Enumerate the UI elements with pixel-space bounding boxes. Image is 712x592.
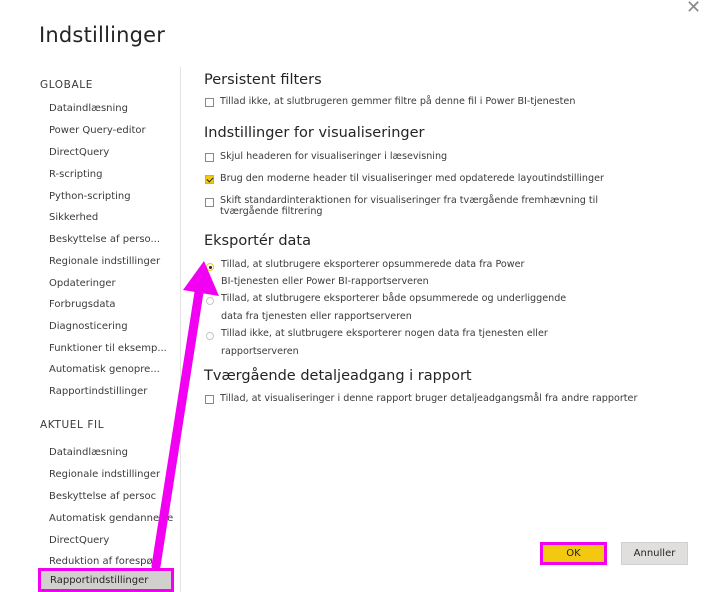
section-title-persistent-filters: Persistent filters: [204, 72, 322, 88]
sidebar-item-power-query-editor[interactable]: Power Query-editor: [49, 125, 177, 136]
export-underlying-line2: data fra tjenesten eller rapportserveren: [221, 311, 412, 322]
modern-header-label: Brug den moderne header til visualiserin…: [220, 173, 604, 184]
checkbox-hide-header[interactable]: [205, 153, 214, 162]
export-underlying-line1: Tillad, at slutbrugere eksporterer både …: [221, 293, 567, 304]
sidebar-item-auto-recovery[interactable]: Automatisk genopre...: [49, 364, 177, 375]
sidebar-item-file-regional-settings[interactable]: Regionale indstillinger: [49, 469, 177, 480]
sidebar-item-report-settings-selected[interactable]: Rapportindstillinger: [38, 568, 174, 592]
settings-dialog: ✕ Indstillinger GLOBALE Dataindlæsning P…: [0, 0, 712, 592]
export-summarized-line1: Tillad, at slutbrugere eksporterer opsum…: [221, 259, 525, 270]
cross-filter-label-line2: tværgående filtrering: [220, 206, 323, 217]
cancel-button[interactable]: Annuller: [621, 542, 688, 565]
checkbox-cross-filter[interactable]: [205, 198, 214, 207]
close-icon[interactable]: ✕: [686, 0, 701, 19]
persistent-filters-label: Tillad ikke, at slutbrugeren gemmer filt…: [220, 96, 576, 107]
radio-export-summarized[interactable]: [206, 263, 214, 271]
sidebar-item-report-settings-global[interactable]: Rapportindstillinger: [49, 386, 177, 397]
section-title-export-data: Eksportér data: [204, 233, 311, 249]
sidebar-item-file-directquery[interactable]: DirectQuery: [49, 535, 177, 546]
sidebar-item-preview-features[interactable]: Funktioner til eksemp...: [49, 343, 177, 354]
sidebar-item-file-auto-recovery[interactable]: Automatisk gendannelse: [49, 513, 177, 524]
hide-header-label: Skjul headeren for visualiseringer i læs…: [220, 151, 448, 162]
sidebar-item-updates[interactable]: Opdateringer: [49, 278, 177, 289]
checkbox-modern-header[interactable]: [205, 175, 214, 184]
export-none-line2: rapportserveren: [221, 346, 299, 357]
radio-export-summarized-underlying[interactable]: [206, 297, 214, 305]
sidebar-header-global: GLOBALE: [40, 79, 93, 91]
sidebar-item-file-privacy[interactable]: Beskyttelse af persoc: [49, 491, 177, 502]
dialog-title: Indstillinger: [39, 23, 166, 47]
radio-export-none[interactable]: [206, 332, 214, 340]
sidebar-item-r-scripting[interactable]: R-scripting: [49, 169, 177, 180]
sidebar-item-privacy[interactable]: Beskyttelse af perso...: [49, 234, 177, 245]
export-none-line1: Tillad ikke, at slutbrugere eksporterer …: [221, 328, 548, 339]
checkbox-persistent-filters[interactable]: [205, 98, 214, 107]
sidebar-item-usage-data[interactable]: Forbrugsdata: [49, 299, 177, 310]
sidebar-item-security[interactable]: Sikkerhed: [49, 212, 177, 223]
sidebar-item-file-data-load[interactable]: Dataindlæsning: [49, 447, 177, 458]
sidebar-item-directquery[interactable]: DirectQuery: [49, 147, 177, 158]
ok-button[interactable]: OK: [540, 542, 607, 565]
sidebar-item-label: Rapportindstillinger: [50, 575, 149, 586]
sidebar-header-current-file: AKTUEL FIL: [40, 419, 105, 431]
section-title-visual-settings: Indstillinger for visualiseringer: [204, 125, 425, 141]
sidebar-item-diagnostics[interactable]: Diagnosticering: [49, 321, 177, 332]
sidebar-divider: [180, 67, 181, 592]
section-title-cross-report-drillthrough: Tværgående detaljeadgang i rapport: [204, 368, 472, 384]
checkbox-cross-report-drillthrough[interactable]: [205, 395, 214, 404]
sidebar-item-python-scripting[interactable]: Python-scripting: [49, 191, 177, 202]
sidebar-item-file-query-reduction[interactable]: Reduktion af forespø...: [49, 556, 177, 567]
sidebar-item-regional-settings[interactable]: Regionale indstillinger: [49, 256, 177, 267]
sidebar-item-data-load[interactable]: Dataindlæsning: [49, 103, 177, 114]
cross-report-drillthrough-label: Tillad, at visualiseringer i denne rappo…: [220, 393, 638, 404]
export-summarized-line2: BI-tjenesten eller Power BI-rapportserve…: [221, 276, 429, 287]
